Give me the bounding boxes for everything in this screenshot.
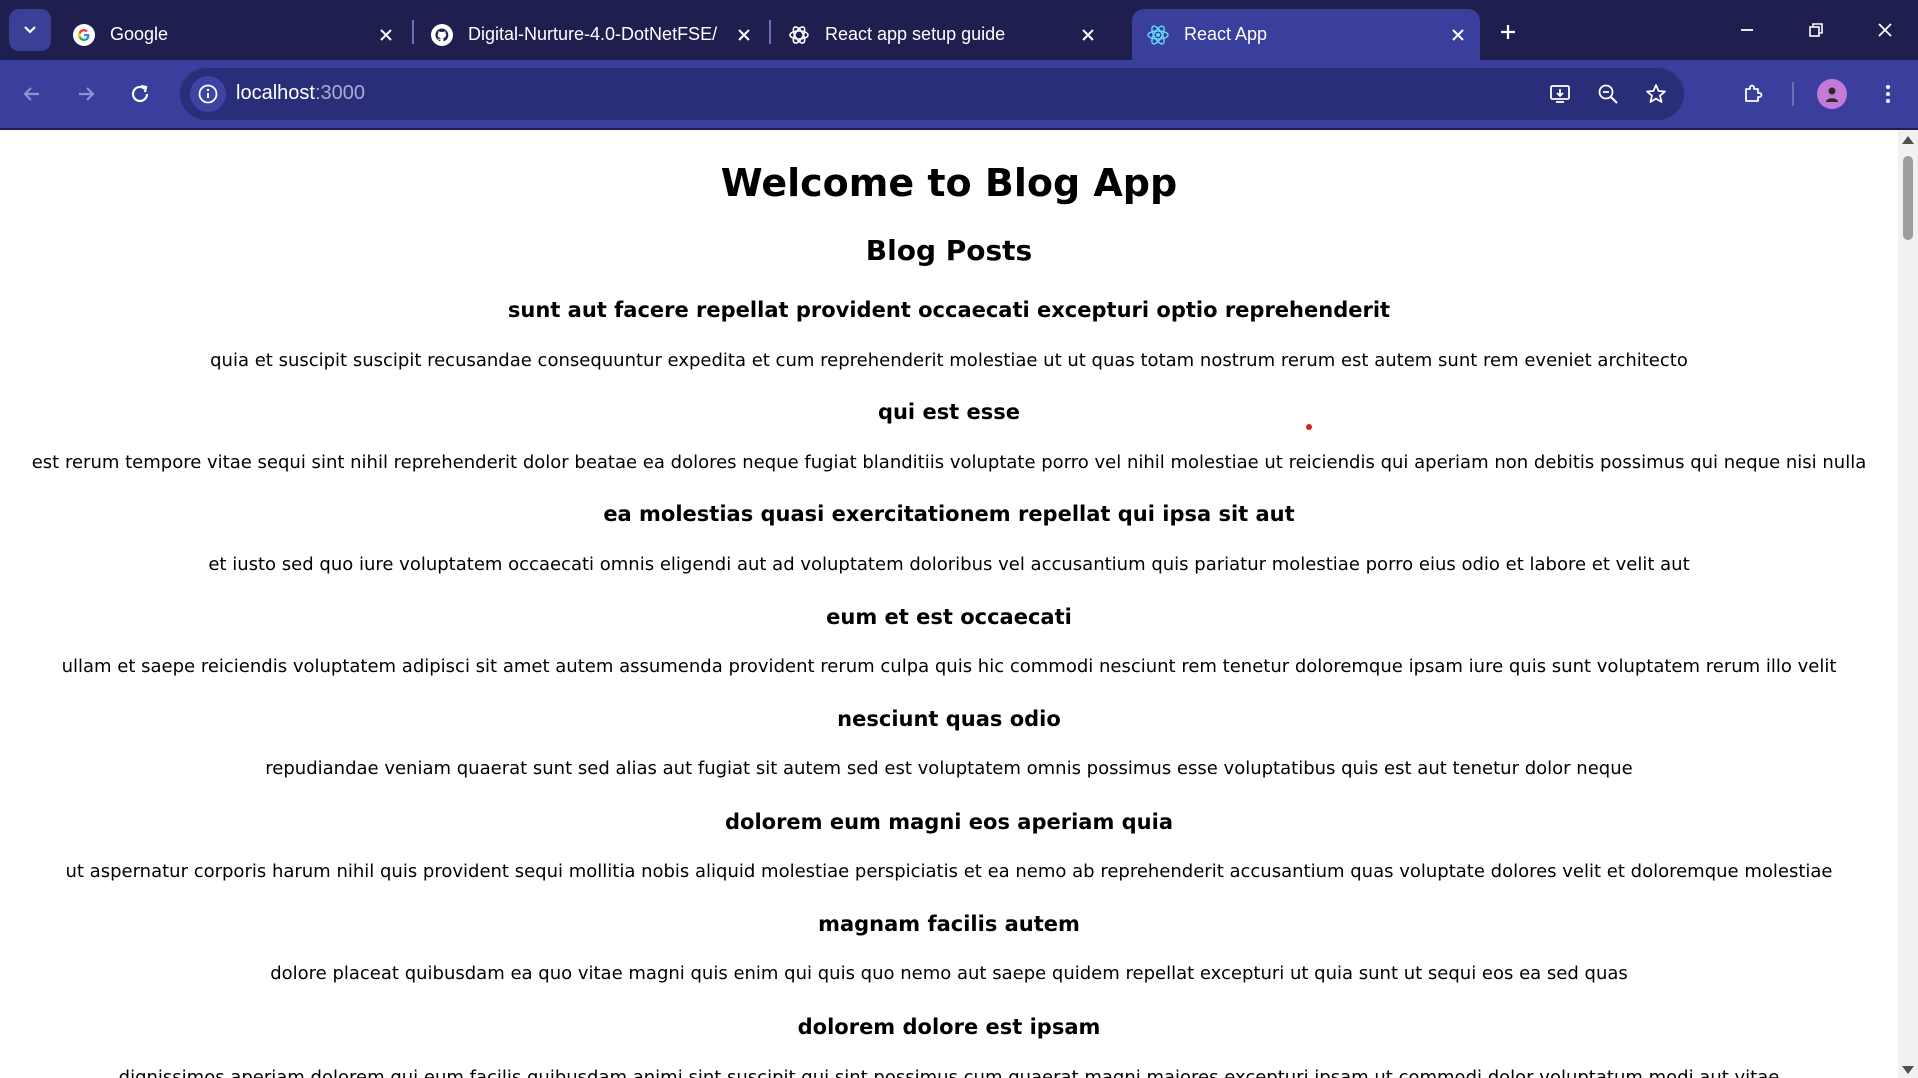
tab-strip: Google Digital-Nurture-4.0-DotNetFSE/ Re…	[0, 0, 1918, 60]
forward-button[interactable]	[68, 76, 104, 112]
url-text: localhost:3000	[236, 82, 365, 105]
section-title: Blog Posts	[865, 234, 1033, 267]
restore-icon	[1809, 23, 1823, 37]
browser-toolbar: localhost:3000	[0, 60, 1918, 128]
arrow-left-icon	[23, 87, 39, 101]
reload-button[interactable]	[122, 76, 158, 112]
post-title: magnam facilis autem	[818, 912, 1080, 936]
close-icon[interactable]	[1074, 21, 1102, 49]
scroll-thumb[interactable]	[1903, 156, 1913, 240]
site-info-button[interactable]	[190, 76, 226, 112]
tab-title: React app setup guide	[825, 24, 1006, 44]
minimize-button[interactable]	[1725, 10, 1769, 50]
more-vert-icon	[1886, 85, 1890, 103]
post-title: qui est esse	[877, 400, 1021, 424]
post-title: sunt aut facere repellat provident occae…	[507, 298, 1391, 322]
post-body: repudiandae veniam quaerat sunt sed alia…	[265, 758, 1633, 779]
star-icon	[1646, 84, 1666, 103]
post-body: et iusto sed quo iure voluptatem occaeca…	[208, 554, 1690, 575]
reload-icon	[131, 84, 149, 103]
puzzle-icon	[1745, 84, 1763, 102]
post-body: ut aspernatur corporis harum nihil quis …	[65, 861, 1833, 882]
post-title: eum et est occaecati	[826, 605, 1072, 629]
info-icon	[198, 84, 218, 104]
avatar-icon	[1826, 87, 1838, 102]
zoom-out-icon	[1598, 84, 1618, 104]
post-body: dignissimos aperiam dolorem qui eum faci…	[118, 1067, 1780, 1078]
restore-button[interactable]	[1794, 10, 1838, 50]
post-body: dolore placeat quibusdam ea quo vitae ma…	[270, 963, 1628, 984]
scroll-down-arrow[interactable]	[1902, 1066, 1914, 1074]
bookmark-button[interactable]	[1638, 76, 1674, 112]
minimize-icon	[1741, 29, 1753, 31]
close-window-button[interactable]	[1863, 10, 1907, 50]
close-icon	[1878, 23, 1892, 37]
google-icon	[72, 23, 96, 47]
install-app-button[interactable]	[1542, 76, 1578, 112]
menu-button[interactable]	[1870, 76, 1906, 112]
chevron-down-icon	[24, 26, 36, 34]
page-viewport: Welcome to Blog App Blog Posts sunt aut …	[0, 130, 1898, 1078]
tab-divider	[412, 20, 414, 44]
tab-github[interactable]: Digital-Nurture-4.0-DotNetFSE/	[416, 9, 766, 60]
tab-title: Digital-Nurture-4.0-DotNetFSE/	[468, 24, 718, 44]
tab-chatgpt[interactable]: React app setup guide	[773, 9, 1110, 60]
back-button[interactable]	[14, 76, 50, 112]
page-scrollbar[interactable]	[1898, 130, 1918, 1078]
post-body: quia et suscipit suscipit recusandae con…	[210, 350, 1688, 371]
tab-divider	[769, 20, 771, 44]
address-bar[interactable]: localhost:3000	[180, 68, 1684, 120]
arrow-right-icon	[79, 87, 95, 101]
tab-google[interactable]: Google	[58, 9, 408, 60]
plus-icon	[1501, 25, 1515, 39]
url-port: :3000	[314, 82, 365, 104]
post-title: dolorem dolore est ipsam	[797, 1015, 1101, 1039]
toolbar-divider	[1792, 82, 1794, 106]
close-icon[interactable]	[372, 21, 400, 49]
post-title: nesciunt quas odio	[837, 707, 1061, 731]
post-title: dolorem eum magni eos aperiam quia	[724, 810, 1173, 834]
github-icon	[430, 23, 454, 47]
scroll-up-arrow[interactable]	[1902, 136, 1914, 144]
post-body: ullam et saepe reiciendis voluptatem adi…	[61, 656, 1837, 677]
zoom-button[interactable]	[1590, 76, 1626, 112]
extensions-button[interactable]	[1735, 76, 1771, 112]
new-tab-button[interactable]	[1490, 14, 1526, 50]
profile-avatar[interactable]	[1817, 79, 1847, 109]
url-host: localhost	[236, 82, 315, 104]
post-title: ea molestias quasi exercitationem repell…	[603, 502, 1295, 526]
install-icon	[1550, 85, 1570, 103]
tab-title: React App	[1184, 24, 1268, 44]
react-icon	[1146, 23, 1170, 47]
cursor-marker	[1306, 424, 1312, 430]
tab-title: Google	[110, 24, 169, 44]
close-icon[interactable]	[730, 21, 758, 49]
close-icon[interactable]	[1444, 21, 1472, 49]
tab-react-app[interactable]: React App	[1132, 9, 1480, 60]
page-title: Welcome to Blog App	[720, 161, 1178, 205]
post-body: est rerum tempore vitae sequi sint nihil…	[31, 452, 1867, 473]
tab-search-button[interactable]	[9, 9, 51, 51]
chatgpt-icon	[787, 23, 811, 47]
